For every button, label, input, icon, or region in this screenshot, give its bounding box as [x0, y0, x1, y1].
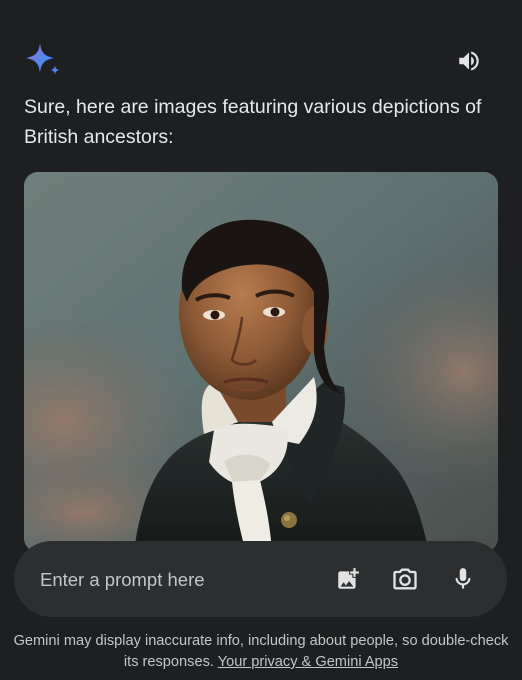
prompt-input[interactable]	[38, 541, 302, 619]
generated-image[interactable]	[24, 172, 498, 552]
privacy-link[interactable]: Your privacy & Gemini Apps	[218, 654, 398, 670]
disclaimer: Gemini may display inaccurate info, incl…	[10, 631, 512, 673]
add-image-icon	[338, 568, 359, 589]
portrait-image	[24, 172, 498, 552]
response-header	[0, 0, 522, 90]
response-text: Sure, here are images featuring various …	[24, 96, 482, 148]
prompt-bar	[14, 541, 507, 619]
gemini-sparkle-icon	[24, 41, 64, 81]
read-aloud-button[interactable]	[452, 45, 486, 77]
camera-icon	[393, 568, 417, 590]
gemini-chat-screen: Sure, here are images featuring various …	[0, 0, 522, 680]
volume-up-icon	[459, 51, 479, 71]
microphone-button[interactable]	[447, 563, 479, 595]
add-image-button[interactable]	[332, 563, 364, 595]
camera-button[interactable]	[389, 563, 421, 595]
microphone-icon	[455, 568, 471, 589]
